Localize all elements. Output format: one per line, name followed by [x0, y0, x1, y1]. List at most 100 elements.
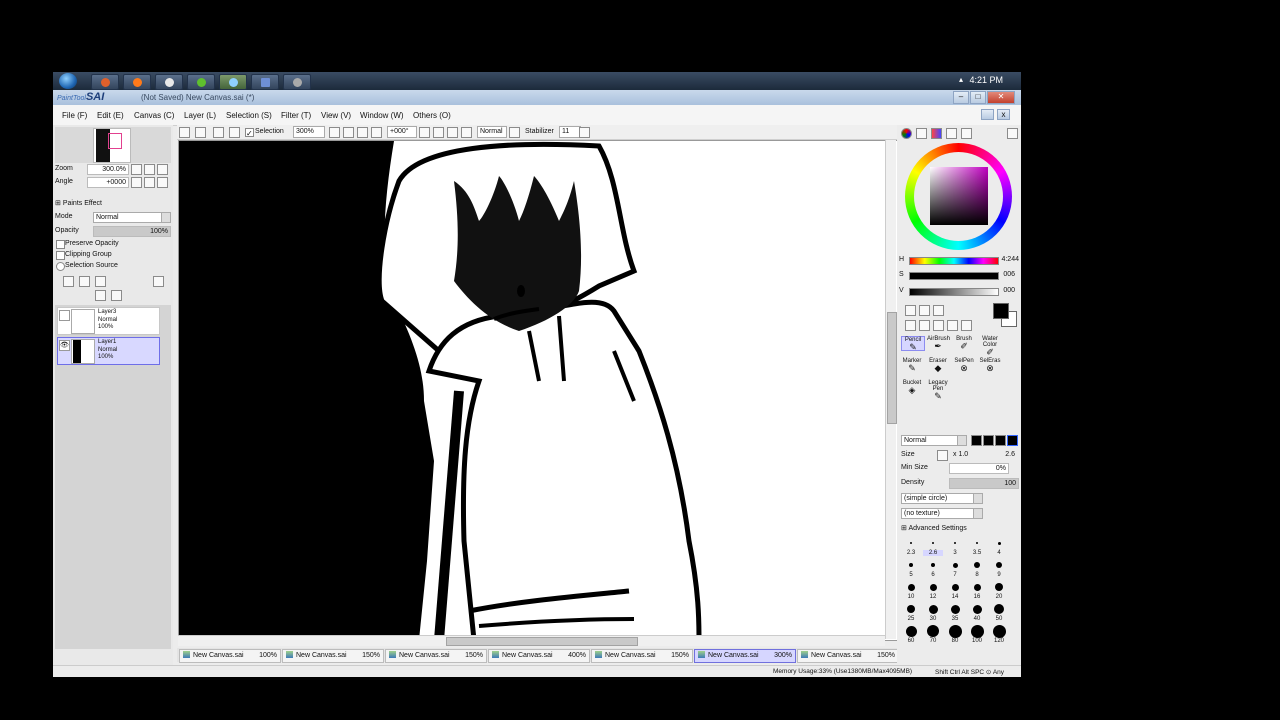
canvas-tab[interactable]: New Canvas.sai 150% — [282, 649, 384, 663]
brush-preset-dot[interactable] — [910, 542, 912, 544]
nav-rotate-right-icon[interactable] — [144, 177, 155, 188]
merge-layer-icon[interactable] — [95, 290, 106, 301]
tool-selpen[interactable]: SelPen ⊗ — [953, 358, 975, 373]
new-linework-layer-icon[interactable] — [79, 276, 90, 287]
brush-preset-dot[interactable] — [952, 562, 958, 568]
size-slider[interactable]: 2.6 — [949, 450, 1017, 459]
tool-marker[interactable]: Marker ✎ — [901, 358, 923, 373]
brush-preset-dot[interactable] — [909, 563, 913, 567]
vertical-scroll-thumb[interactable] — [887, 312, 897, 424]
taskbar-app-paint-icon[interactable] — [91, 74, 119, 90]
brush-shape-1-icon[interactable] — [971, 435, 982, 446]
taskbar-app-utorrent-icon[interactable] — [187, 74, 215, 90]
selection-toggle[interactable]: ✓ — [245, 128, 254, 138]
brush-preset-dot[interactable] — [970, 624, 984, 638]
brush-preset-dot[interactable] — [929, 583, 937, 591]
brush-preset-dot[interactable] — [932, 542, 934, 544]
doc-restore-button[interactable] — [981, 109, 994, 120]
brush-preset-dot[interactable] — [994, 604, 1004, 614]
marquee-select-icon[interactable] — [905, 305, 916, 316]
brush-preset-dot[interactable] — [905, 625, 917, 637]
rotate-tool-icon[interactable] — [933, 320, 944, 331]
maximize-button[interactable]: □ — [970, 91, 986, 104]
brush-preset-dot[interactable] — [995, 583, 1003, 591]
taskbar-app-gear-icon[interactable] — [283, 74, 311, 90]
saturation-value-square[interactable] — [930, 167, 988, 225]
menu-file[interactable]: File (F) — [62, 111, 87, 120]
move-icon[interactable] — [905, 320, 916, 331]
rgb-slider-toggle-icon[interactable] — [916, 128, 927, 139]
canvas-tab-active[interactable]: New Canvas.sai 300% — [694, 649, 796, 663]
swatches-toggle-icon[interactable] — [946, 128, 957, 139]
tool-pencil[interactable]: Pencil ✎ — [901, 336, 925, 352]
nav-zoom-in-icon[interactable] — [144, 164, 155, 175]
zoom-out-icon[interactable] — [329, 127, 340, 138]
brush-preset-dot[interactable] — [950, 604, 960, 614]
nav-zoom-slider[interactable]: 300.0% — [87, 164, 129, 175]
select-all-icon[interactable] — [179, 127, 190, 138]
brush-preset-dot[interactable] — [954, 542, 956, 544]
brush-preset-dot[interactable] — [928, 604, 938, 614]
canvas-tab[interactable]: New Canvas.sai 150% — [797, 649, 899, 663]
saturation-slider[interactable] — [909, 272, 999, 280]
canvas-tab[interactable]: New Canvas.sai 150% — [591, 649, 693, 663]
horizontal-scroll-thumb[interactable] — [446, 637, 638, 646]
deselect-icon[interactable] — [195, 127, 206, 138]
navigator-viewport[interactable] — [108, 133, 122, 149]
menu-view[interactable]: View (V) — [321, 111, 351, 120]
menu-layer[interactable]: Layer (L) — [184, 111, 216, 120]
canvas-vertical-scrollbar[interactable] — [885, 140, 897, 639]
color-panel-menu-icon[interactable] — [1007, 128, 1018, 139]
tool-watercolor[interactable]: Water Color ✐ — [979, 336, 1001, 357]
layer-panel-menu-icon[interactable] — [153, 276, 164, 287]
brush-preset-dot[interactable] — [907, 605, 915, 613]
stabilizer-dropdown-icon[interactable] — [579, 127, 590, 138]
taskbar-app-chrome-icon[interactable] — [155, 74, 183, 90]
blend-mode-select[interactable]: Normal — [477, 126, 507, 138]
tray-arrow-icon[interactable]: ▴ — [959, 75, 963, 84]
zoom-in-icon[interactable] — [343, 127, 354, 138]
tool-brush[interactable]: Brush ✐ — [953, 336, 975, 351]
rotate-reset-icon[interactable] — [447, 127, 458, 138]
eyedropper-icon[interactable] — [961, 320, 972, 331]
canvas-horizontal-scrollbar[interactable] — [178, 635, 885, 646]
crop-icon[interactable] — [229, 127, 240, 138]
brush-shape-2-icon[interactable] — [983, 435, 994, 446]
color-wheel-toggle-icon[interactable] — [901, 128, 912, 139]
zoom-fit-icon[interactable] — [371, 127, 382, 138]
canvas-tab[interactable]: New Canvas.sai 400% — [488, 649, 590, 663]
tool-seleras[interactable]: SelEras ⊗ — [979, 358, 1001, 373]
clipping-group-checkbox[interactable] — [56, 251, 65, 260]
layer-visibility-toggle[interactable] — [59, 310, 70, 321]
brush-shape-select[interactable]: (simple circle) — [901, 493, 983, 504]
nav-rotate-reset-icon[interactable] — [157, 177, 168, 188]
angle-field[interactable]: +000° — [387, 126, 417, 138]
value-slider[interactable] — [909, 288, 999, 296]
layer-item[interactable]: Layer3 Normal 100% — [57, 307, 160, 335]
layer-visibility-toggle[interactable]: 👁 — [59, 340, 70, 351]
doc-close-button[interactable]: x — [997, 109, 1010, 120]
tool-airbrush[interactable]: AirBrush ✒ — [927, 336, 950, 351]
brush-texture-select[interactable]: (no texture) — [901, 508, 983, 519]
new-folder-icon[interactable] — [95, 276, 106, 287]
min-size-slider[interactable]: 0% — [949, 463, 1009, 474]
brush-preset-dot[interactable] — [948, 624, 962, 638]
selection-source-checkbox[interactable] — [56, 262, 65, 271]
nav-angle-slider[interactable]: +0000 — [87, 177, 129, 188]
scratchpad-toggle-icon[interactable] — [961, 128, 972, 139]
nav-zoom-reset-icon[interactable] — [157, 164, 168, 175]
delete-layer-icon[interactable] — [111, 290, 122, 301]
taskbar-app-sai-icon[interactable] — [219, 74, 247, 90]
brush-preset-dot[interactable] — [907, 583, 915, 591]
taskbar-app-window-icon[interactable] — [251, 74, 279, 90]
primary-color-swatch[interactable] — [993, 303, 1009, 319]
hsv-slider-toggle-icon[interactable] — [931, 128, 942, 139]
blend-dropdown-icon[interactable] — [509, 127, 520, 138]
layer-mode-select[interactable]: Normal — [93, 212, 171, 223]
brush-preset-dot[interactable] — [927, 625, 939, 637]
brush-preset-dot[interactable] — [972, 604, 982, 614]
tool-bucket[interactable]: Bucket ◈ — [901, 380, 923, 395]
brush-preset-dot[interactable] — [992, 624, 1006, 638]
brush-preset-dot[interactable] — [931, 563, 935, 567]
stabilizer-select[interactable]: 11 — [559, 126, 581, 138]
